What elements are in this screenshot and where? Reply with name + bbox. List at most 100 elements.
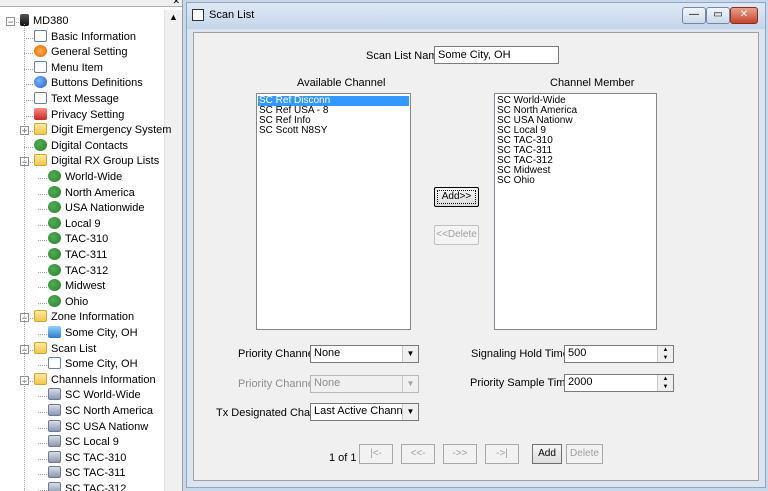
- tree-item[interactable]: TAC-311: [48, 248, 107, 263]
- priority-channel-1-value: None: [314, 347, 341, 359]
- previous-record-button[interactable]: <<-: [401, 444, 435, 464]
- channel-icon: [48, 466, 61, 478]
- collapse-icon[interactable]: −: [6, 17, 15, 27]
- tree-item[interactable]: Digital RX Group Lists: [34, 154, 159, 169]
- last-record-button[interactable]: ->|: [485, 444, 519, 464]
- spin-arrows-icon[interactable]: ▲ ▼: [657, 375, 673, 391]
- tree-item[interactable]: Digital Contacts: [34, 139, 128, 154]
- delete-record-button[interactable]: Delete: [566, 444, 603, 464]
- signaling-hold-time-input[interactable]: 500 ▲ ▼: [564, 345, 674, 363]
- tree-item-label: Buttons Definitions: [51, 77, 143, 89]
- tree-item[interactable]: General Setting: [34, 45, 127, 60]
- tree-item[interactable]: SC TAC-312: [48, 482, 126, 491]
- tree-item-label: Some City, OH: [65, 327, 138, 339]
- tree-connector: [38, 365, 47, 366]
- minimize-button[interactable]: —: [682, 7, 706, 24]
- folder-icon: [34, 342, 47, 354]
- group-icon: [48, 201, 61, 213]
- tree-item[interactable]: Zone Information: [34, 310, 134, 325]
- first-record-button[interactable]: |<-: [359, 444, 393, 464]
- key-icon: [34, 108, 47, 120]
- zone-icon: [48, 326, 61, 338]
- navigation-tree[interactable]: ✕ ▲ MD380 − Basic Information General Setti…: [0, 0, 183, 491]
- tree-item[interactable]: Digit Emergency System: [34, 123, 171, 138]
- channel-member-header: Channel Member: [550, 77, 635, 89]
- tree-item[interactable]: North America: [48, 186, 135, 201]
- channel-member-list[interactable]: SC World-Wide SC North America SC USA Nati…: [494, 93, 657, 330]
- tree-item[interactable]: MD380: [20, 14, 68, 29]
- tree-item[interactable]: Privacy Setting: [34, 108, 124, 123]
- tree-item[interactable]: TAC-312: [48, 264, 108, 279]
- chevron-down-icon[interactable]: ▼: [402, 346, 418, 362]
- tree-item[interactable]: Local 9: [48, 217, 100, 232]
- tree-item[interactable]: SC Local 9: [48, 435, 119, 450]
- add-channel-button[interactable]: Add>>: [434, 187, 479, 207]
- tree-connector: [38, 459, 47, 460]
- tree-item[interactable]: Buttons Definitions: [34, 76, 143, 91]
- delete-channel-button[interactable]: <<Delete: [434, 225, 479, 245]
- list-item[interactable]: SC Scott N8SY: [258, 126, 409, 136]
- tree-item[interactable]: USA Nationwide: [48, 201, 145, 216]
- scan-list-name-input[interactable]: Some City, OH: [434, 46, 559, 64]
- maximize-button[interactable]: ▭: [706, 7, 730, 24]
- tree-item[interactable]: Text Message: [34, 92, 119, 107]
- tree-item-label: Zone Information: [51, 311, 135, 323]
- tree-item-label: TAC-311: [65, 249, 108, 261]
- priority-sample-time-input[interactable]: 2000 ▲ ▼: [564, 374, 674, 392]
- close-button[interactable]: ✕: [730, 7, 758, 24]
- chevron-down-icon[interactable]: ▼: [402, 376, 418, 392]
- tree-item[interactable]: Some City, OH: [48, 357, 138, 372]
- tree-item[interactable]: World-Wide: [48, 170, 122, 185]
- folder-icon: [34, 123, 47, 135]
- tree-item-label: SC North America: [65, 405, 154, 417]
- tree-item[interactable]: SC TAC-311: [48, 466, 126, 481]
- chevron-down-icon[interactable]: ▼: [402, 404, 418, 420]
- add-record-button[interactable]: Add: [532, 444, 562, 464]
- tree-item-label: Channels Information: [51, 374, 156, 386]
- signaling-hold-time-value: 500: [568, 347, 587, 359]
- next-record-button[interactable]: ->>: [443, 444, 477, 464]
- tree-item[interactable]: SC TAC-310: [48, 451, 126, 466]
- tree-item-label: SC USA Nationw: [65, 421, 149, 433]
- tree-item-label: Basic Information: [51, 31, 136, 43]
- priority-channel-1-select[interactable]: None ▼: [310, 345, 419, 363]
- tree-item-label: SC TAC-310: [65, 452, 127, 464]
- tree-item[interactable]: SC USA Nationw: [48, 420, 148, 435]
- priority-channel-2-select[interactable]: None ▼: [310, 375, 419, 393]
- group-icon: [48, 295, 61, 307]
- group-icon: [48, 217, 61, 229]
- menu-icon: [34, 61, 47, 73]
- scroll-up-icon[interactable]: ▲: [169, 12, 178, 22]
- window-icon: [192, 9, 204, 21]
- spin-arrows-icon[interactable]: ▲ ▼: [657, 346, 673, 362]
- tree-item-label: SC TAC-311: [65, 467, 126, 479]
- tree-item[interactable]: Scan List: [34, 342, 96, 357]
- channel-icon: [48, 451, 61, 463]
- tree-item[interactable]: Midwest: [48, 279, 105, 294]
- list-item[interactable]: SC Ohio: [496, 176, 655, 186]
- channel-icon: [48, 388, 61, 400]
- tree-item[interactable]: Ohio: [48, 295, 88, 310]
- tree-item[interactable]: SC North America: [48, 404, 153, 419]
- tree-connector: [38, 396, 47, 397]
- tree-item[interactable]: Menu Item: [34, 61, 103, 76]
- tree-scrollbar[interactable]: ▲: [164, 10, 182, 491]
- tree-item[interactable]: Some City, OH: [48, 326, 138, 341]
- tree-item-label: USA Nationwide: [65, 202, 145, 214]
- group-icon: [48, 170, 61, 182]
- available-channel-list[interactable]: SC Ref Disconn SC Ref USA - 8 SC Ref Info S…: [256, 93, 411, 330]
- tx-designated-channel-select[interactable]: Last Active Channel ▼: [310, 403, 419, 421]
- tree-item[interactable]: Basic Information: [34, 30, 136, 45]
- tree-item[interactable]: Channels Information: [34, 373, 156, 388]
- tree-item[interactable]: SC World-Wide: [48, 388, 141, 403]
- tree-connector: [38, 443, 47, 444]
- tree-item[interactable]: TAC-310: [48, 232, 108, 247]
- window-titlebar[interactable]: Scan List — ▭ ✕: [187, 3, 765, 29]
- tree-connector: [38, 178, 47, 179]
- close-icon[interactable]: ✕: [172, 0, 180, 6]
- contacts-icon: [34, 139, 47, 151]
- tree-item-label: Text Message: [51, 93, 119, 105]
- folder-icon: [34, 373, 47, 385]
- channel-icon: [48, 420, 61, 432]
- scanlist-icon: [48, 357, 61, 369]
